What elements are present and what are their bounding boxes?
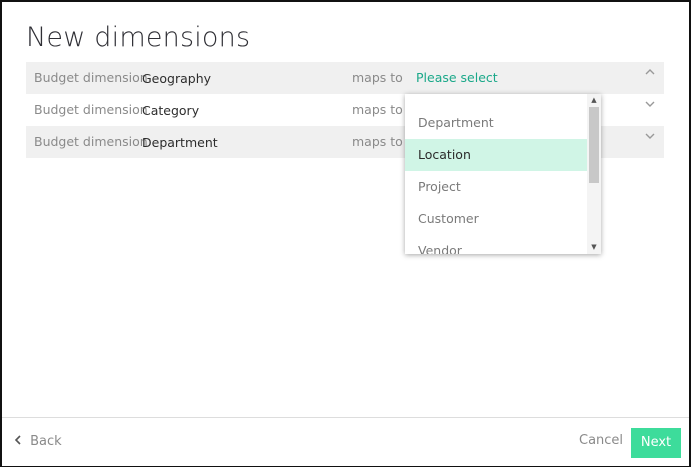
back-label: Back: [30, 434, 62, 449]
dropdown-option-vendor[interactable]: Vendor: [405, 235, 587, 254]
maps-to-label: maps to: [352, 102, 403, 117]
maps-to-label: maps to: [352, 70, 403, 85]
chevron-down-icon[interactable]: [644, 131, 656, 145]
dropdown-scrollbar[interactable]: ▲ ▼: [587, 94, 601, 254]
row-label: Budget dimension: [34, 134, 148, 149]
back-button[interactable]: Back: [14, 434, 62, 449]
row-value: Category: [142, 103, 200, 118]
page-title: New dimensions: [26, 22, 251, 53]
maps-to-label: maps to: [352, 134, 403, 149]
chevron-left-icon: [14, 434, 26, 449]
mapping-select[interactable]: Please select: [416, 70, 498, 85]
dialog-footer: Back Cancel Next: [2, 417, 689, 466]
dimension-row-geography: Budget dimension Geography maps to Pleas…: [26, 62, 664, 94]
dropdown-option-department[interactable]: Department: [405, 107, 587, 139]
scroll-down-icon[interactable]: ▼: [587, 242, 601, 252]
chevron-down-icon[interactable]: [644, 99, 656, 113]
cancel-button[interactable]: Cancel: [579, 433, 623, 448]
scrollbar-thumb[interactable]: [589, 107, 599, 183]
chevron-up-icon[interactable]: [644, 67, 656, 81]
row-value: Department: [142, 135, 218, 150]
row-value: Geography: [142, 71, 212, 86]
row-label: Budget dimension: [34, 102, 148, 117]
dropdown-option-location[interactable]: Location: [405, 139, 587, 171]
row-label: Budget dimension: [34, 70, 148, 85]
dropdown-option-project[interactable]: Project: [405, 171, 587, 203]
scroll-up-icon[interactable]: ▲: [587, 95, 601, 105]
dropdown-option-customer[interactable]: Customer: [405, 203, 587, 235]
mapping-dropdown-list: Department Location Project Customer Ven…: [405, 94, 601, 254]
next-button[interactable]: Next: [631, 428, 681, 458]
